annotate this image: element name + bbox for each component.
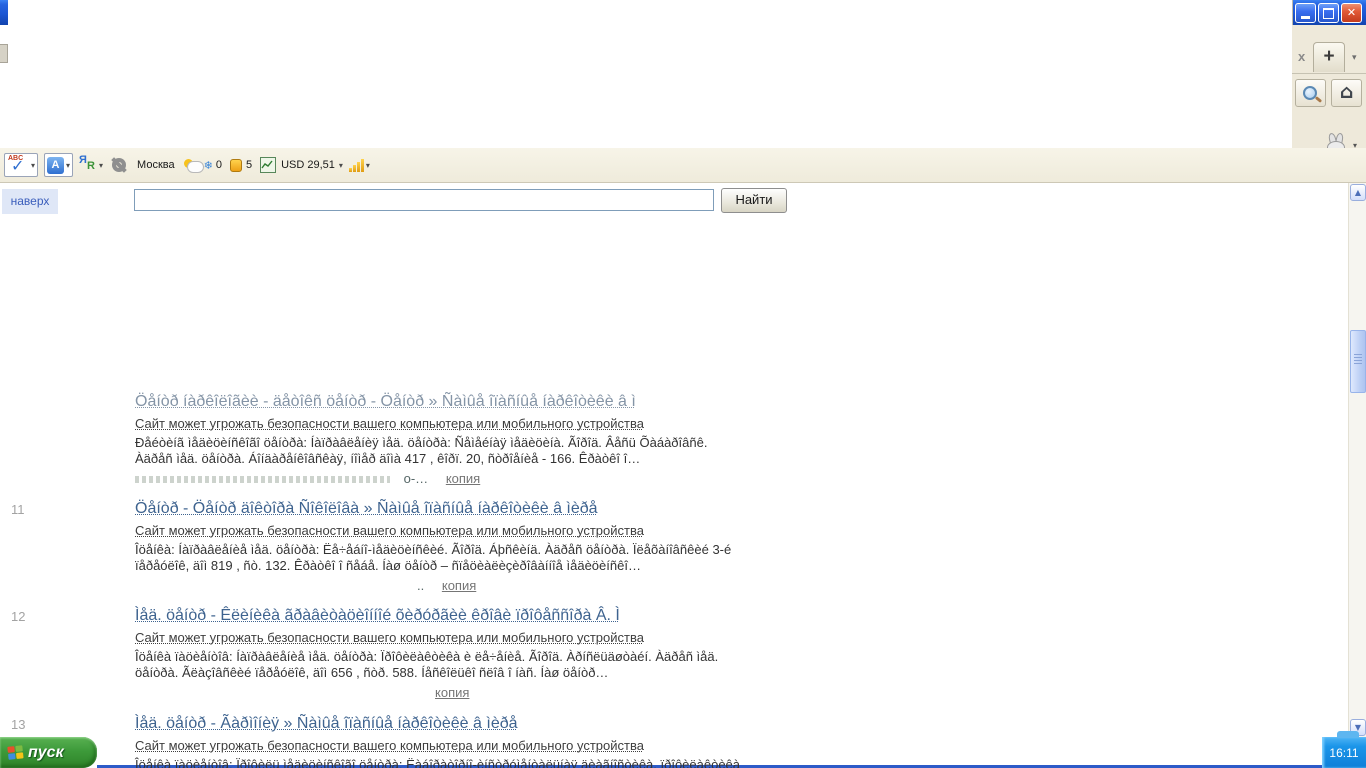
cached-copy-link[interactable]: копия: [442, 578, 476, 593]
result-item-12: 12 Ìåä. öåíòð - Êëèíèêà ãðàâèòàöèîííîé õ…: [11, 606, 747, 701]
tabbar-divider: [1292, 73, 1366, 74]
result-snippet: Îöåíêà: Íàïðàâëåíèå ìåä. öåíòðà: Ëå÷åáíî…: [135, 542, 732, 573]
spellcheck-button[interactable]: ABC ✓ ▾: [4, 153, 39, 177]
spellcheck-icon: ABC ✓: [7, 155, 29, 175]
start-label: пуск: [28, 743, 64, 761]
home-button[interactable]: ⌂: [1331, 79, 1362, 107]
chart-icon: [260, 157, 277, 173]
malware-warning-link[interactable]: Сайт может угрожать безопасности вашего …: [135, 523, 747, 538]
url-tail-text: о-…: [403, 471, 429, 486]
settings-button[interactable]: [109, 158, 129, 172]
chevron-down-icon[interactable]: ▾: [31, 161, 35, 170]
back-to-top-link[interactable]: наверх: [2, 189, 58, 214]
blank-popup-window: [8, 0, 1293, 148]
desktop: ✕ x + ▾ ⌂ ▾ ABC ✓ ▾ А ▾ Я R ▾ Москва ❄ 0…: [0, 0, 1366, 768]
traffic-score: 5: [245, 159, 253, 171]
minimize-icon: [1301, 16, 1310, 19]
find-button[interactable]: Найти: [721, 188, 787, 213]
city-label: Москва: [137, 159, 175, 171]
minimize-button[interactable]: [1295, 3, 1316, 23]
close-button[interactable]: ✕: [1341, 3, 1362, 23]
result-title-link[interactable]: Ìåä. öåíòð - Ãàðìîíèÿ » Ñàìûå îïàñíûå íà…: [135, 714, 747, 733]
system-tray: 16:11: [1322, 737, 1366, 768]
tab-close-icon[interactable]: x: [1298, 49, 1305, 64]
city-indicator[interactable]: Москва: [135, 159, 177, 171]
translit-r: R: [87, 160, 95, 172]
clock[interactable]: 16:11: [1329, 746, 1358, 760]
result-title-link[interactable]: Ìåä. öåíòð - Êëèíèêà ãðàâèòàöèîííîé õèðó…: [135, 606, 747, 625]
tray-chevron-tab[interactable]: [1337, 731, 1359, 738]
result-snippet: Ðåéòèíã ìåäèöèíñêîãî öåíòðà: Íàïðàâëåíèÿ…: [135, 435, 708, 466]
scrollbar-grip: [1354, 357, 1362, 358]
translit-button[interactable]: Я R ▾: [79, 154, 103, 174]
signal-bars-icon: [348, 158, 364, 172]
chevron-down-icon[interactable]: ▾: [366, 161, 370, 170]
cloud-icon: [186, 160, 204, 173]
window-controls: ✕: [1295, 3, 1362, 23]
cached-copy-link[interactable]: копия: [446, 471, 480, 486]
scrollbar-thumb[interactable]: [1350, 330, 1366, 393]
scroll-up-button[interactable]: ▲: [1350, 184, 1366, 201]
search-button[interactable]: [1295, 79, 1326, 107]
search-input[interactable]: [134, 189, 714, 211]
result-item-13: 13 Ìåä. öåíòð - Ãàðìîíèÿ » Ñàìûå îïàñíûå…: [11, 714, 747, 768]
result-url-line: .. копия: [135, 578, 747, 594]
restore-button[interactable]: [1318, 3, 1339, 23]
traffic-indicator[interactable]: 5: [229, 158, 254, 172]
traffic-icon: [229, 158, 242, 172]
malware-warning-link[interactable]: Сайт может угрожать безопасности вашего …: [135, 630, 747, 645]
restore-icon: [1323, 8, 1334, 19]
result-number: 13: [11, 717, 26, 732]
weather-cloud-icon: [183, 158, 204, 173]
currency-rate: USD 29,51: [281, 159, 335, 171]
translate-icon: А: [47, 156, 65, 174]
tab-list-dropdown-icon[interactable]: ▾: [1352, 52, 1357, 63]
translit-ya: Я: [79, 154, 87, 166]
spellcheck-check-icon: ✓: [11, 156, 25, 175]
magnifier-icon: [1303, 86, 1317, 100]
weather-indicator[interactable]: ❄ 0: [183, 158, 224, 173]
vertical-scrollbar[interactable]: ▲ ▼: [1348, 183, 1366, 737]
url-tail-text: ..: [417, 578, 425, 593]
left-edge-tab[interactable]: [0, 44, 8, 63]
close-icon: ✕: [1346, 6, 1357, 19]
result-title-link[interactable]: Öåíòð - Öåíòð äîêòîðà Ñîêîëîâà » Ñàìûå î…: [135, 499, 747, 518]
start-button[interactable]: пуск: [0, 737, 97, 768]
chevron-down-icon[interactable]: ▾: [339, 161, 343, 170]
translate-button[interactable]: А ▾: [44, 153, 74, 177]
chevron-down-icon[interactable]: ▾: [66, 161, 70, 170]
home-icon: ⌂: [1339, 81, 1354, 103]
result-item-11: 11 Öåíòð - Öåíòð äîêòîðà Ñîêîëîâà » Ñàìû…: [11, 499, 747, 594]
currency-indicator[interactable]: USD 29,51 ▾: [260, 157, 343, 173]
windows-logo-icon: [7, 744, 24, 761]
chevron-down-icon[interactable]: ▾: [99, 161, 103, 170]
result-title-link[interactable]: Öåíòð íàðêîëîãèè - äåòîêñ öåíòð - Öåíòð …: [135, 392, 747, 411]
result-number: 12: [11, 609, 26, 624]
yandex-bar-toolbar: ABC ✓ ▾ А ▾ Я R ▾ Москва ❄ 0 5 USD 29,51…: [0, 148, 1366, 183]
malware-warning-link[interactable]: Сайт может угрожать безопасности вашего …: [135, 738, 747, 753]
result-number: 11: [11, 502, 25, 517]
weather-temp: 0: [215, 159, 222, 171]
connection-indicator[interactable]: ▾: [348, 158, 370, 172]
result-item-10: Öåíòð íàðêîëîãèè - äåòîêñ öåíòð - Öåíòð …: [135, 392, 747, 487]
gear-icon: [112, 158, 127, 172]
cached-copy-link[interactable]: копия: [435, 685, 469, 700]
result-url-line: о-… копия: [135, 471, 747, 487]
result-snippet: Îöåíêà ïàöèåíòîâ: Íàïðàâëåíèå ìåä. öåíòð…: [135, 649, 719, 680]
result-url-line: копия: [135, 685, 747, 701]
browser-chrome-right: x + ▾ ⌂ ▾: [1292, 25, 1366, 154]
search-panel: Найти: [0, 183, 1348, 219]
faded-url-text: [135, 476, 390, 484]
search-results-page: Öåíòð íàðêîëîãèè - äåòîêñ öåíòð - Öåíòð …: [0, 183, 1348, 768]
snowflake-icon: ❄: [203, 158, 213, 172]
translit-icon: Я R: [79, 154, 97, 174]
result-snippet: Îöåíêà ïàöèåíòîâ: Ïðîôèëü ìåäèöèíñêîãî ö…: [135, 757, 741, 768]
new-tab-button[interactable]: +: [1313, 42, 1345, 72]
malware-warning-link[interactable]: Сайт может угрожать безопасности вашего …: [135, 416, 747, 431]
